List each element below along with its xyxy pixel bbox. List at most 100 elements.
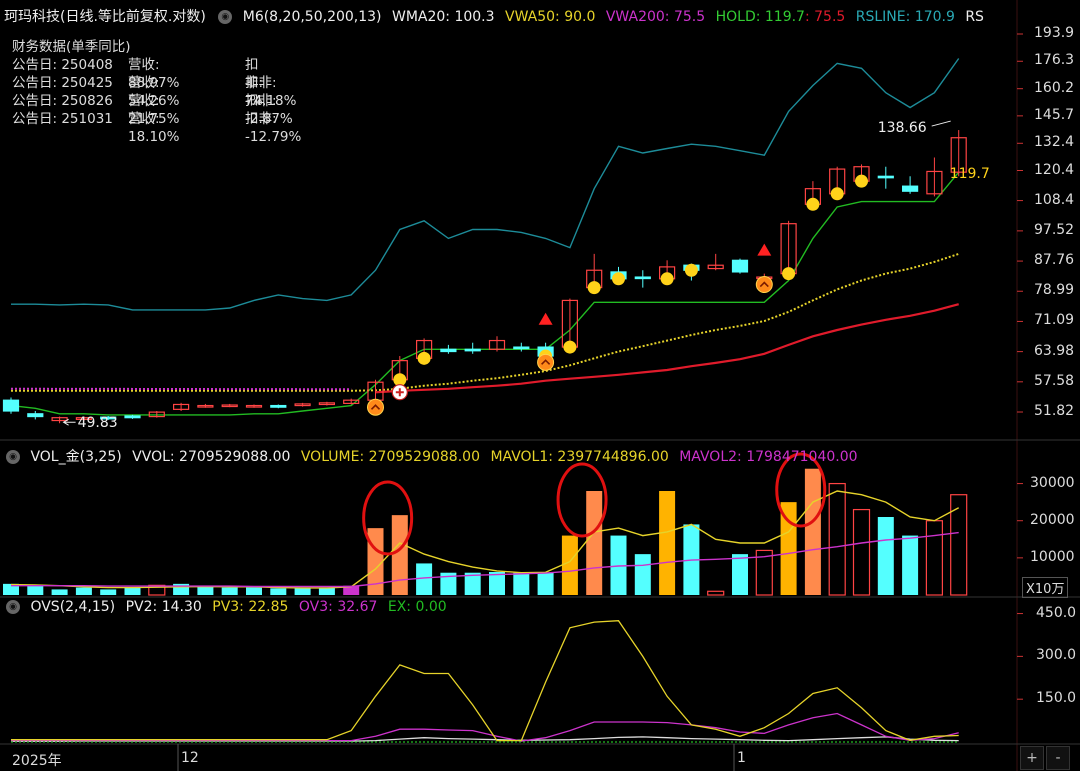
candle[interactable] [270,404,287,408]
signal-dot [612,272,625,286]
candle[interactable] [440,348,457,353]
price-axis-label: 78.99 [1034,282,1075,299]
volume-bar[interactable] [221,587,238,595]
mavol1-label: MAVOL1: 2397744896.00 [490,449,669,465]
signal-dot [587,281,601,295]
price-axis-label: 51.82 [1034,403,1075,419]
price-axis-label: 87.76 [1034,252,1075,269]
signal-dot [417,351,431,365]
volume-bar[interactable] [828,482,846,596]
volume-bar[interactable] [75,587,92,595]
volume-bar[interactable] [537,572,554,595]
candle[interactable] [634,276,651,280]
zoom-out-button[interactable]: - [1046,746,1070,770]
volume-bar[interactable] [852,508,871,596]
volume-bar[interactable] [707,590,725,596]
candle[interactable] [877,175,894,179]
up-triangle-icon [757,243,772,256]
low-price-annotation: 49.83 [78,415,118,431]
time-label-dec: 12 [181,750,199,766]
series-rsline-line [11,58,960,311]
time-label-year: 2025年 [12,753,62,769]
vvol-label: VVOL: 2709529088.00 [132,449,291,465]
price-axis-label: 132.4 [1034,134,1075,151]
last-price-label: 119.7 [950,166,990,182]
series-vwa200-line [375,303,959,394]
visibility-icon[interactable]: ◉ [6,600,20,614]
volume-panel-header: ◉ VOL_金(3,25) VVOL: 2709529088.00 VOLUME… [4,446,864,466]
volume-bar[interactable] [634,554,651,595]
chevron-up-icon [755,276,773,294]
visibility-icon[interactable]: ◉ [6,450,20,464]
ovs-axis-label: 450.0 [1036,604,1077,621]
volume-bar[interactable] [197,586,214,595]
signal-dot [806,197,820,211]
volume-bar[interactable] [27,585,44,595]
volume-bar[interactable] [732,554,748,595]
high-price-annotation: 138.66 [878,120,927,136]
volume-bar[interactable] [51,589,68,595]
pv3-label: PV3: 22.85 [212,599,289,615]
volume-bar[interactable] [561,535,578,595]
candle[interactable] [2,399,20,412]
signal-dot [855,174,868,188]
vwa-magenta-line [10,387,352,391]
price-axis-label: 97.52 [1034,221,1075,238]
volume-axis-label: 10000 [1030,548,1075,565]
price-axis-label: 193.9 [1034,25,1075,41]
volume-bar[interactable] [270,588,287,595]
candle[interactable] [513,346,530,350]
price-axis-label: 120.4 [1034,161,1075,178]
candle[interactable] [901,185,919,192]
volume-bar[interactable] [804,468,821,595]
candle[interactable] [464,348,481,352]
zoom-in-button[interactable]: + [1020,746,1044,770]
series-vwa50-line [11,252,960,392]
volume-bar[interactable] [513,572,530,595]
candle[interactable] [731,259,749,273]
price-axis-label: 57.58 [1034,372,1075,389]
volume-bar[interactable] [294,588,311,595]
signal-dot [782,267,796,281]
volume-bar[interactable] [391,515,408,595]
ovs-axis-label: 150.0 [1036,690,1077,707]
volume-bar[interactable] [246,587,262,595]
volume-bar[interactable] [925,520,944,596]
ov3-label: OV3: 32.67 [298,599,378,615]
volume-axis-label: 20000 [1030,511,1075,528]
volume-bar[interactable] [318,587,335,595]
candle[interactable] [27,413,44,418]
signal-dot [830,187,844,201]
signal-dot [684,263,698,277]
volume-unit-label: X10万 [1022,577,1069,598]
mavol2-label: MAVOL2: 1798471040.00 [679,449,858,465]
price-axis-label: 145.7 [1034,106,1075,123]
up-triangle-icon [538,312,553,325]
price-axis-label: 71.09 [1034,312,1075,329]
ovs-panel-header: ◉ OVS(2,4,15) PV2: 14.30 PV3: 22.85 OV3:… [4,599,453,615]
chevron-up-icon [367,398,384,416]
signal-dot [660,272,674,286]
series-ov3-line [11,712,959,742]
ovs-axis-label: 300.0 [1036,647,1077,664]
time-label-jan: 1 [737,750,746,766]
candle[interactable] [124,415,141,419]
price-axis-label: 108.4 [1034,191,1075,208]
volume-bar[interactable] [124,587,141,595]
price-axis-label: 63.98 [1034,342,1075,359]
chevron-up-icon [537,353,555,371]
price-axis-label: 160.2 [1034,79,1075,96]
volume-axis-label: 30000 [1030,474,1075,491]
volume-bar[interactable] [100,589,117,595]
volume-bar[interactable] [416,563,433,595]
vol-name: VOL_金(3,25) [30,449,122,465]
volume-bar[interactable] [877,517,894,595]
ex-label: EX: 0.00 [387,599,447,615]
volume-bar[interactable] [950,494,968,596]
signal-dot [563,340,577,354]
volume-bar[interactable] [659,491,676,595]
volume-bar[interactable] [586,491,603,595]
stock-chart[interactable]: 138.66 49.83 119.7 [0,0,1080,771]
volume-bar[interactable] [902,535,919,595]
volume-label: VOLUME: 2709529088.00 [300,449,480,465]
